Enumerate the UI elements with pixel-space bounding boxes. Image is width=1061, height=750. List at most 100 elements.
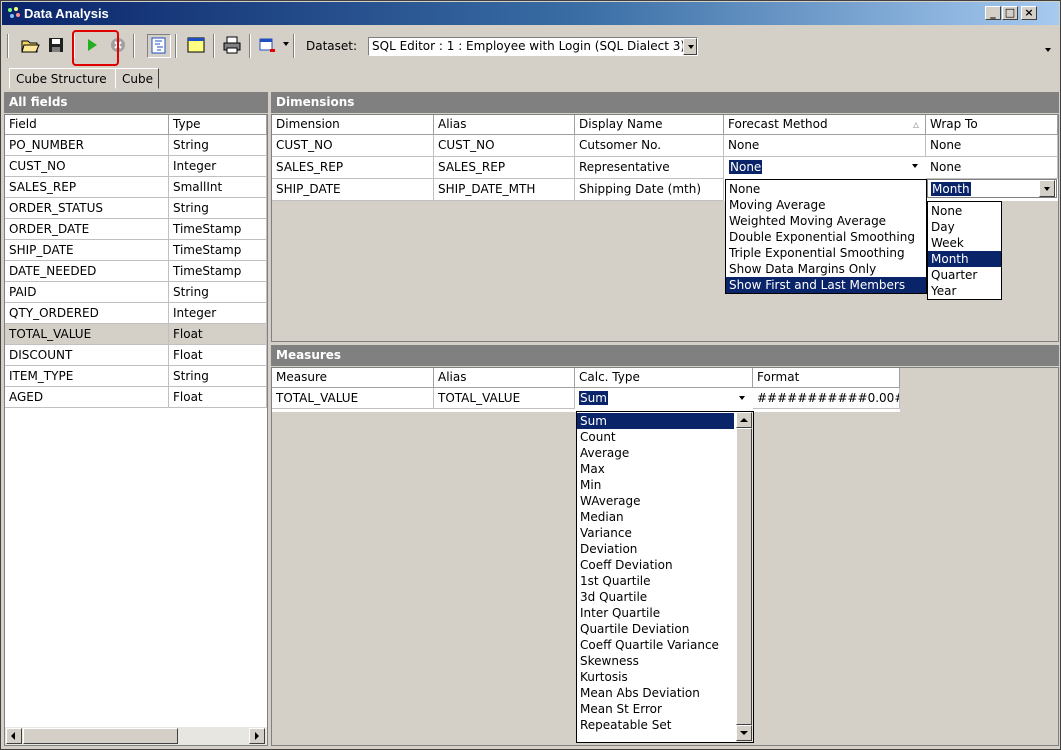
calc-type-option[interactable]: Mean Abs Deviation <box>577 685 734 701</box>
calc-type-option[interactable]: Repeatable Set <box>577 717 734 733</box>
calc-type-scrollbar[interactable] <box>736 412 753 742</box>
column-header-dimension[interactable]: Dimension <box>272 115 434 135</box>
dimension-alias-cell[interactable]: SHIP_DATE_MTH <box>434 179 575 201</box>
tab-cube[interactable]: Cube <box>115 68 159 89</box>
wrap-option[interactable]: Week <box>928 235 1001 251</box>
forecast-option[interactable]: Triple Exponential Smoothing <box>726 245 926 261</box>
print-icon[interactable] <box>221 34 245 58</box>
scroll-down-button[interactable] <box>736 725 752 741</box>
horizontal-scrollbar[interactable] <box>5 727 267 745</box>
column-header-format[interactable]: Format <box>753 368 900 388</box>
maximize-button[interactable]: □ <box>1002 6 1018 20</box>
calc-type-option[interactable]: Sum <box>577 413 734 429</box>
measure-alias-cell[interactable]: TOTAL_VALUE <box>434 388 575 409</box>
calc-type-option[interactable]: Variance <box>577 525 734 541</box>
window-icon[interactable] <box>185 34 209 58</box>
calc-type-option[interactable]: Coeff Quartile Variance <box>577 637 734 653</box>
dimension-alias-cell[interactable]: SALES_REP <box>434 157 575 179</box>
wrap-to-list[interactable]: None Day Week Month Quarter Year <box>927 201 1002 300</box>
calc-type-list[interactable]: Sum Count Average Max Min WAverage Median Varia… <box>576 411 754 743</box>
scroll-up-button[interactable] <box>736 412 752 428</box>
calc-type-option[interactable]: Median <box>577 509 734 525</box>
calc-type-option[interactable]: WAverage <box>577 493 734 509</box>
dataset-dropdown-button[interactable] <box>683 38 697 55</box>
calc-type-option[interactable]: Average <box>577 445 734 461</box>
calc-type-scroll-thumb[interactable] <box>736 428 752 725</box>
forecast-option[interactable]: Double Exponential Smoothing <box>726 229 926 245</box>
calc-type-option[interactable]: Min <box>577 477 734 493</box>
column-header-field[interactable]: Field <box>5 115 169 135</box>
dimension-cell[interactable]: CUST_NO <box>272 135 434 157</box>
field-type-cell[interactable]: TimeStamp <box>169 219 267 240</box>
field-type-cell[interactable]: Float <box>169 324 267 345</box>
column-header-display-name[interactable]: Display Name <box>575 115 724 135</box>
calc-type-option[interactable]: Max <box>577 461 734 477</box>
wrap-option[interactable]: Year <box>928 283 1001 299</box>
field-name-cell[interactable]: AGED <box>5 387 169 408</box>
field-type-cell[interactable]: SmallInt <box>169 177 267 198</box>
dataset-combo[interactable]: SQL Editor : 1 : Employee with Login (SQ… <box>368 37 698 56</box>
calc-type-option[interactable]: 3d Quartile <box>577 589 734 605</box>
field-type-cell[interactable]: TimeStamp <box>169 261 267 282</box>
field-name-cell[interactable]: QTY_ORDERED <box>5 303 169 324</box>
calc-type-option[interactable]: Inter Quartile <box>577 605 734 621</box>
field-name-cell[interactable]: CUST_NO <box>5 156 169 177</box>
forecast-method-dropdown-button[interactable] <box>908 158 924 175</box>
display-name-cell[interactable]: Shipping Date (mth) <box>575 179 724 201</box>
dimension-alias-cell[interactable]: CUST_NO <box>434 135 575 157</box>
wrap-option[interactable]: None <box>928 203 1001 219</box>
open-folder-icon[interactable] <box>19 34 43 58</box>
tab-cube-structure[interactable]: Cube Structure <box>9 68 116 89</box>
column-header-type[interactable]: Type <box>169 115 267 135</box>
field-name-cell[interactable]: DATE_NEEDED <box>5 261 169 282</box>
field-name-cell[interactable]: ITEM_TYPE <box>5 366 169 387</box>
calc-type-editor[interactable]: Sum <box>576 389 752 408</box>
wrap-option[interactable]: Day <box>928 219 1001 235</box>
wrap-to-cell[interactable]: None <box>926 135 1058 157</box>
field-name-cell[interactable]: PO_NUMBER <box>5 135 169 156</box>
field-name-cell[interactable]: DISCOUNT <box>5 345 169 366</box>
measure-cell[interactable]: TOTAL_VALUE <box>272 388 434 409</box>
field-type-cell[interactable]: String <box>169 198 267 219</box>
forecast-option[interactable]: None <box>726 181 926 197</box>
display-name-cell[interactable]: Representative <box>575 157 724 179</box>
calc-type-dropdown-button[interactable] <box>735 390 751 407</box>
column-header-measure[interactable]: Measure <box>272 368 434 388</box>
wrap-to-dropdown-button[interactable] <box>1039 180 1055 197</box>
wrap-to-editor[interactable]: Month <box>927 179 1057 198</box>
field-type-cell[interactable]: Float <box>169 345 267 366</box>
calc-type-option[interactable]: Count <box>577 429 734 445</box>
wrap-option[interactable]: Month <box>928 251 1001 267</box>
field-type-cell[interactable]: String <box>169 366 267 387</box>
field-name-cell[interactable]: ORDER_STATUS <box>5 198 169 219</box>
column-header-forecast-method[interactable]: Forecast Method ▵ <box>724 115 926 135</box>
minimize-button[interactable]: _ <box>985 6 1001 20</box>
field-type-cell[interactable]: Float <box>169 387 267 408</box>
column-header-alias[interactable]: Alias <box>434 115 575 135</box>
calc-type-option[interactable]: Kurtosis <box>577 669 734 685</box>
forecast-method-list[interactable]: None Moving Average Weighted Moving Averag… <box>725 179 927 294</box>
calc-type-option[interactable]: Coeff Deviation <box>577 557 734 573</box>
field-type-cell[interactable]: Integer <box>169 303 267 324</box>
field-type-cell[interactable]: String <box>169 135 267 156</box>
calc-type-option[interactable]: Quartile Deviation <box>577 621 734 637</box>
field-name-cell[interactable]: PAID <box>5 282 169 303</box>
dimension-cell[interactable]: SALES_REP <box>272 157 434 179</box>
field-name-cell[interactable]: SHIP_DATE <box>5 240 169 261</box>
toolbar-overflow-chevron[interactable] <box>1045 48 1051 52</box>
calc-type-option[interactable]: Mean St Error <box>577 701 734 717</box>
column-header-wrap-to[interactable]: Wrap To <box>926 115 1058 135</box>
column-header-calc-type[interactable]: Calc. Type <box>575 368 753 388</box>
structure-icon[interactable] <box>147 34 171 58</box>
wrap-to-cell[interactable]: None <box>926 157 1058 179</box>
field-type-cell[interactable]: TimeStamp <box>169 240 267 261</box>
column-header-measure-alias[interactable]: Alias <box>434 368 575 388</box>
forecast-option[interactable]: Show Data Margins Only <box>726 261 926 277</box>
calendar-dropdown-arrow[interactable] <box>283 42 289 46</box>
field-name-cell[interactable]: SALES_REP <box>5 177 169 198</box>
calc-type-option[interactable]: 1st Quartile <box>577 573 734 589</box>
display-name-cell[interactable]: Cutsomer No. <box>575 135 724 157</box>
save-icon[interactable] <box>45 34 69 58</box>
calc-type-option[interactable]: Skewness <box>577 653 734 669</box>
scroll-thumb[interactable] <box>23 728 178 744</box>
